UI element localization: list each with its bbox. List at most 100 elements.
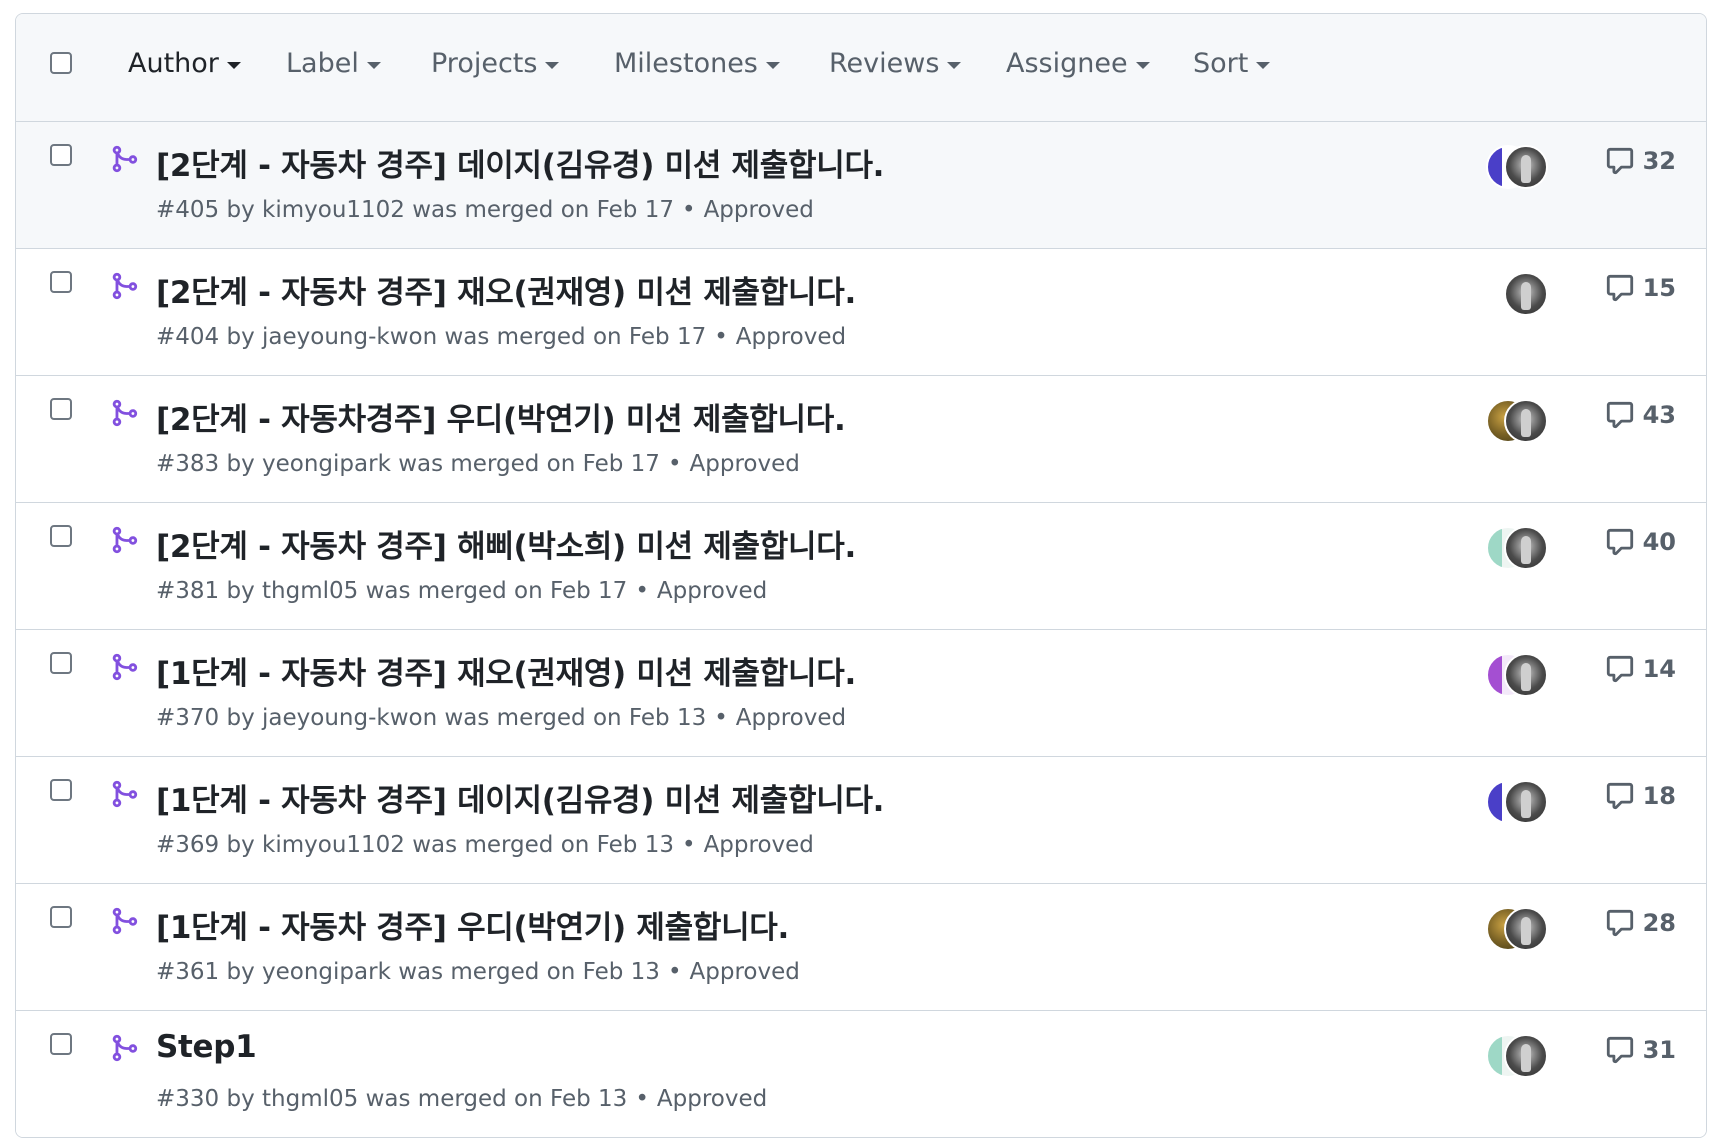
chevron-down-icon (1135, 62, 1150, 69)
row-checkbox[interactable] (50, 271, 72, 293)
avatar[interactable] (1504, 780, 1548, 824)
git-merge-icon (112, 780, 138, 808)
pr-merged-text: was merged on Feb 13 (398, 959, 660, 985)
avatar[interactable] (1504, 272, 1548, 316)
milestones-filter[interactable]: Milestones (614, 48, 780, 79)
pr-merged-text: was merged on Feb 13 (412, 832, 674, 858)
pr-author-link[interactable]: yeongipark (262, 959, 391, 985)
comment-count: 18 (1642, 782, 1676, 810)
git-merge-icon (112, 653, 138, 681)
list-header: Author Label Projects Milestones Reviews… (16, 14, 1706, 122)
label-filter[interactable]: Label (286, 48, 381, 79)
pr-merged-text: was merged on Feb 17 (398, 451, 660, 477)
comments-link[interactable]: 31 (1605, 1035, 1676, 1065)
git-merge-icon (112, 272, 138, 300)
comments-link[interactable]: 43 (1605, 400, 1676, 430)
avatar[interactable] (1504, 526, 1548, 570)
review-status-link[interactable]: Approved (657, 578, 767, 604)
pull-request-row[interactable]: [1단계 - 자동차 경주] 우디(박연기) 제출합니다. #361 by ye… (16, 884, 1706, 1011)
row-checkbox[interactable] (50, 906, 72, 928)
pr-merged-text: was merged on Feb 17 (412, 197, 674, 223)
pull-request-row[interactable]: [2단계 - 자동차 경주] 해삐(박소희) 미션 제출합니다. #381 by… (16, 503, 1706, 630)
comments-link[interactable]: 14 (1605, 654, 1676, 684)
row-checkbox[interactable] (50, 779, 72, 801)
comment-count: 31 (1642, 1036, 1676, 1064)
comments-link[interactable]: 28 (1605, 908, 1676, 938)
git-merge-icon (112, 526, 138, 554)
pr-author-link[interactable]: kimyou1102 (262, 197, 405, 223)
assignee-avatars (1486, 526, 1548, 570)
assignee-avatars (1486, 653, 1548, 697)
chevron-down-icon (366, 62, 381, 69)
review-status-link[interactable]: Approved (690, 451, 800, 477)
comment-count: 32 (1642, 147, 1676, 175)
pull-request-row[interactable]: [2단계 - 자동차 경주] 데이지(김유경) 미션 제출합니다. #405 b… (16, 122, 1706, 249)
avatar[interactable] (1504, 145, 1548, 189)
comments-link[interactable]: 40 (1605, 527, 1676, 557)
pr-title-link[interactable]: [2단계 - 자동차 경주] 재오(권재영) 미션 제출합니다. (156, 267, 856, 312)
avatar[interactable] (1504, 653, 1548, 697)
reviews-filter[interactable]: Reviews (829, 48, 962, 79)
filter-bar: Author Label Projects Milestones Reviews… (16, 14, 1706, 121)
pr-title-link[interactable]: Step1 (156, 1029, 257, 1065)
pr-title-link[interactable]: [2단계 - 자동차 경주] 해삐(박소희) 미션 제출합니다. (156, 521, 856, 566)
pull-request-row[interactable]: [1단계 - 자동차 경주] 데이지(김유경) 미션 제출합니다. #369 b… (16, 757, 1706, 884)
projects-filter[interactable]: Projects (431, 48, 560, 79)
pr-author-link[interactable]: thgml05 (262, 578, 358, 604)
pr-by: by (226, 1086, 255, 1112)
pr-by: by (226, 197, 255, 223)
separator-dot: • (681, 832, 696, 858)
pr-title-link[interactable]: [2단계 - 자동차경주] 우디(박연기) 미션 제출합니다. (156, 394, 846, 439)
assignee-filter-label: Assignee (1006, 48, 1128, 79)
row-checkbox[interactable] (50, 1033, 72, 1055)
assignee-avatars (1486, 1034, 1548, 1078)
comments-link[interactable]: 18 (1605, 781, 1676, 811)
comments-link[interactable]: 15 (1605, 273, 1676, 303)
pr-meta: #405 by kimyou1102 was merged on Feb 17 •… (156, 197, 814, 223)
review-status-link[interactable]: Approved (704, 832, 814, 858)
assignee-filter[interactable]: Assignee (1006, 48, 1150, 79)
separator-dot: • (667, 451, 682, 477)
git-merge-icon (112, 145, 138, 173)
row-checkbox[interactable] (50, 652, 72, 674)
review-status-link[interactable]: Approved (704, 197, 814, 223)
avatar[interactable] (1504, 399, 1548, 443)
pr-meta: #404 by jaeyoung-kwon was merged on Feb … (156, 324, 846, 350)
review-status-link[interactable]: Approved (736, 705, 846, 731)
pr-by: by (226, 324, 255, 350)
row-checkbox[interactable] (50, 398, 72, 420)
avatar[interactable] (1504, 907, 1548, 951)
pr-by: by (226, 578, 255, 604)
review-status-link[interactable]: Approved (736, 324, 846, 350)
avatar[interactable] (1504, 1034, 1548, 1078)
pr-title-link[interactable]: [2단계 - 자동차 경주] 데이지(김유경) 미션 제출합니다. (156, 140, 884, 185)
pull-request-row[interactable]: [2단계 - 자동차 경주] 재오(권재영) 미션 제출합니다. #404 by… (16, 249, 1706, 376)
pr-by: by (226, 451, 255, 477)
pr-author-link[interactable]: kimyou1102 (262, 832, 405, 858)
row-checkbox[interactable] (50, 144, 72, 166)
pr-title-link[interactable]: [1단계 - 자동차 경주] 재오(권재영) 미션 제출합니다. (156, 648, 856, 693)
sort-filter[interactable]: Sort (1193, 48, 1271, 79)
comment-icon (1606, 909, 1633, 937)
row-checkbox[interactable] (50, 525, 72, 547)
assignee-avatars (1486, 145, 1548, 189)
assignee-avatars (1486, 272, 1548, 316)
pr-author-link[interactable]: jaeyoung-kwon (262, 324, 437, 350)
author-filter[interactable]: Author (128, 48, 241, 79)
pr-by: by (226, 959, 255, 985)
pr-author-link[interactable]: jaeyoung-kwon (262, 705, 437, 731)
review-status-link[interactable]: Approved (690, 959, 800, 985)
separator-dot: • (714, 324, 728, 350)
sort-filter-label: Sort (1193, 48, 1249, 79)
chevron-down-icon (545, 62, 560, 69)
pull-request-row[interactable]: [1단계 - 자동차 경주] 재오(권재영) 미션 제출합니다. #370 by… (16, 630, 1706, 757)
pr-author-link[interactable]: yeongipark (262, 451, 391, 477)
pr-merged-text: was merged on Feb 13 (365, 1086, 628, 1112)
pull-request-row[interactable]: Step1 #330 by thgml05 was merged on Feb … (16, 1011, 1706, 1137)
review-status-link[interactable]: Approved (657, 1086, 767, 1112)
pr-title-link[interactable]: [1단계 - 자동차 경주] 데이지(김유경) 미션 제출합니다. (156, 775, 884, 820)
pr-title-link[interactable]: [1단계 - 자동차 경주] 우디(박연기) 제출합니다. (156, 902, 789, 947)
comments-link[interactable]: 32 (1605, 146, 1676, 176)
pull-request-row[interactable]: [2단계 - 자동차경주] 우디(박연기) 미션 제출합니다. #383 by … (16, 376, 1706, 503)
pr-author-link[interactable]: thgml05 (262, 1086, 358, 1112)
